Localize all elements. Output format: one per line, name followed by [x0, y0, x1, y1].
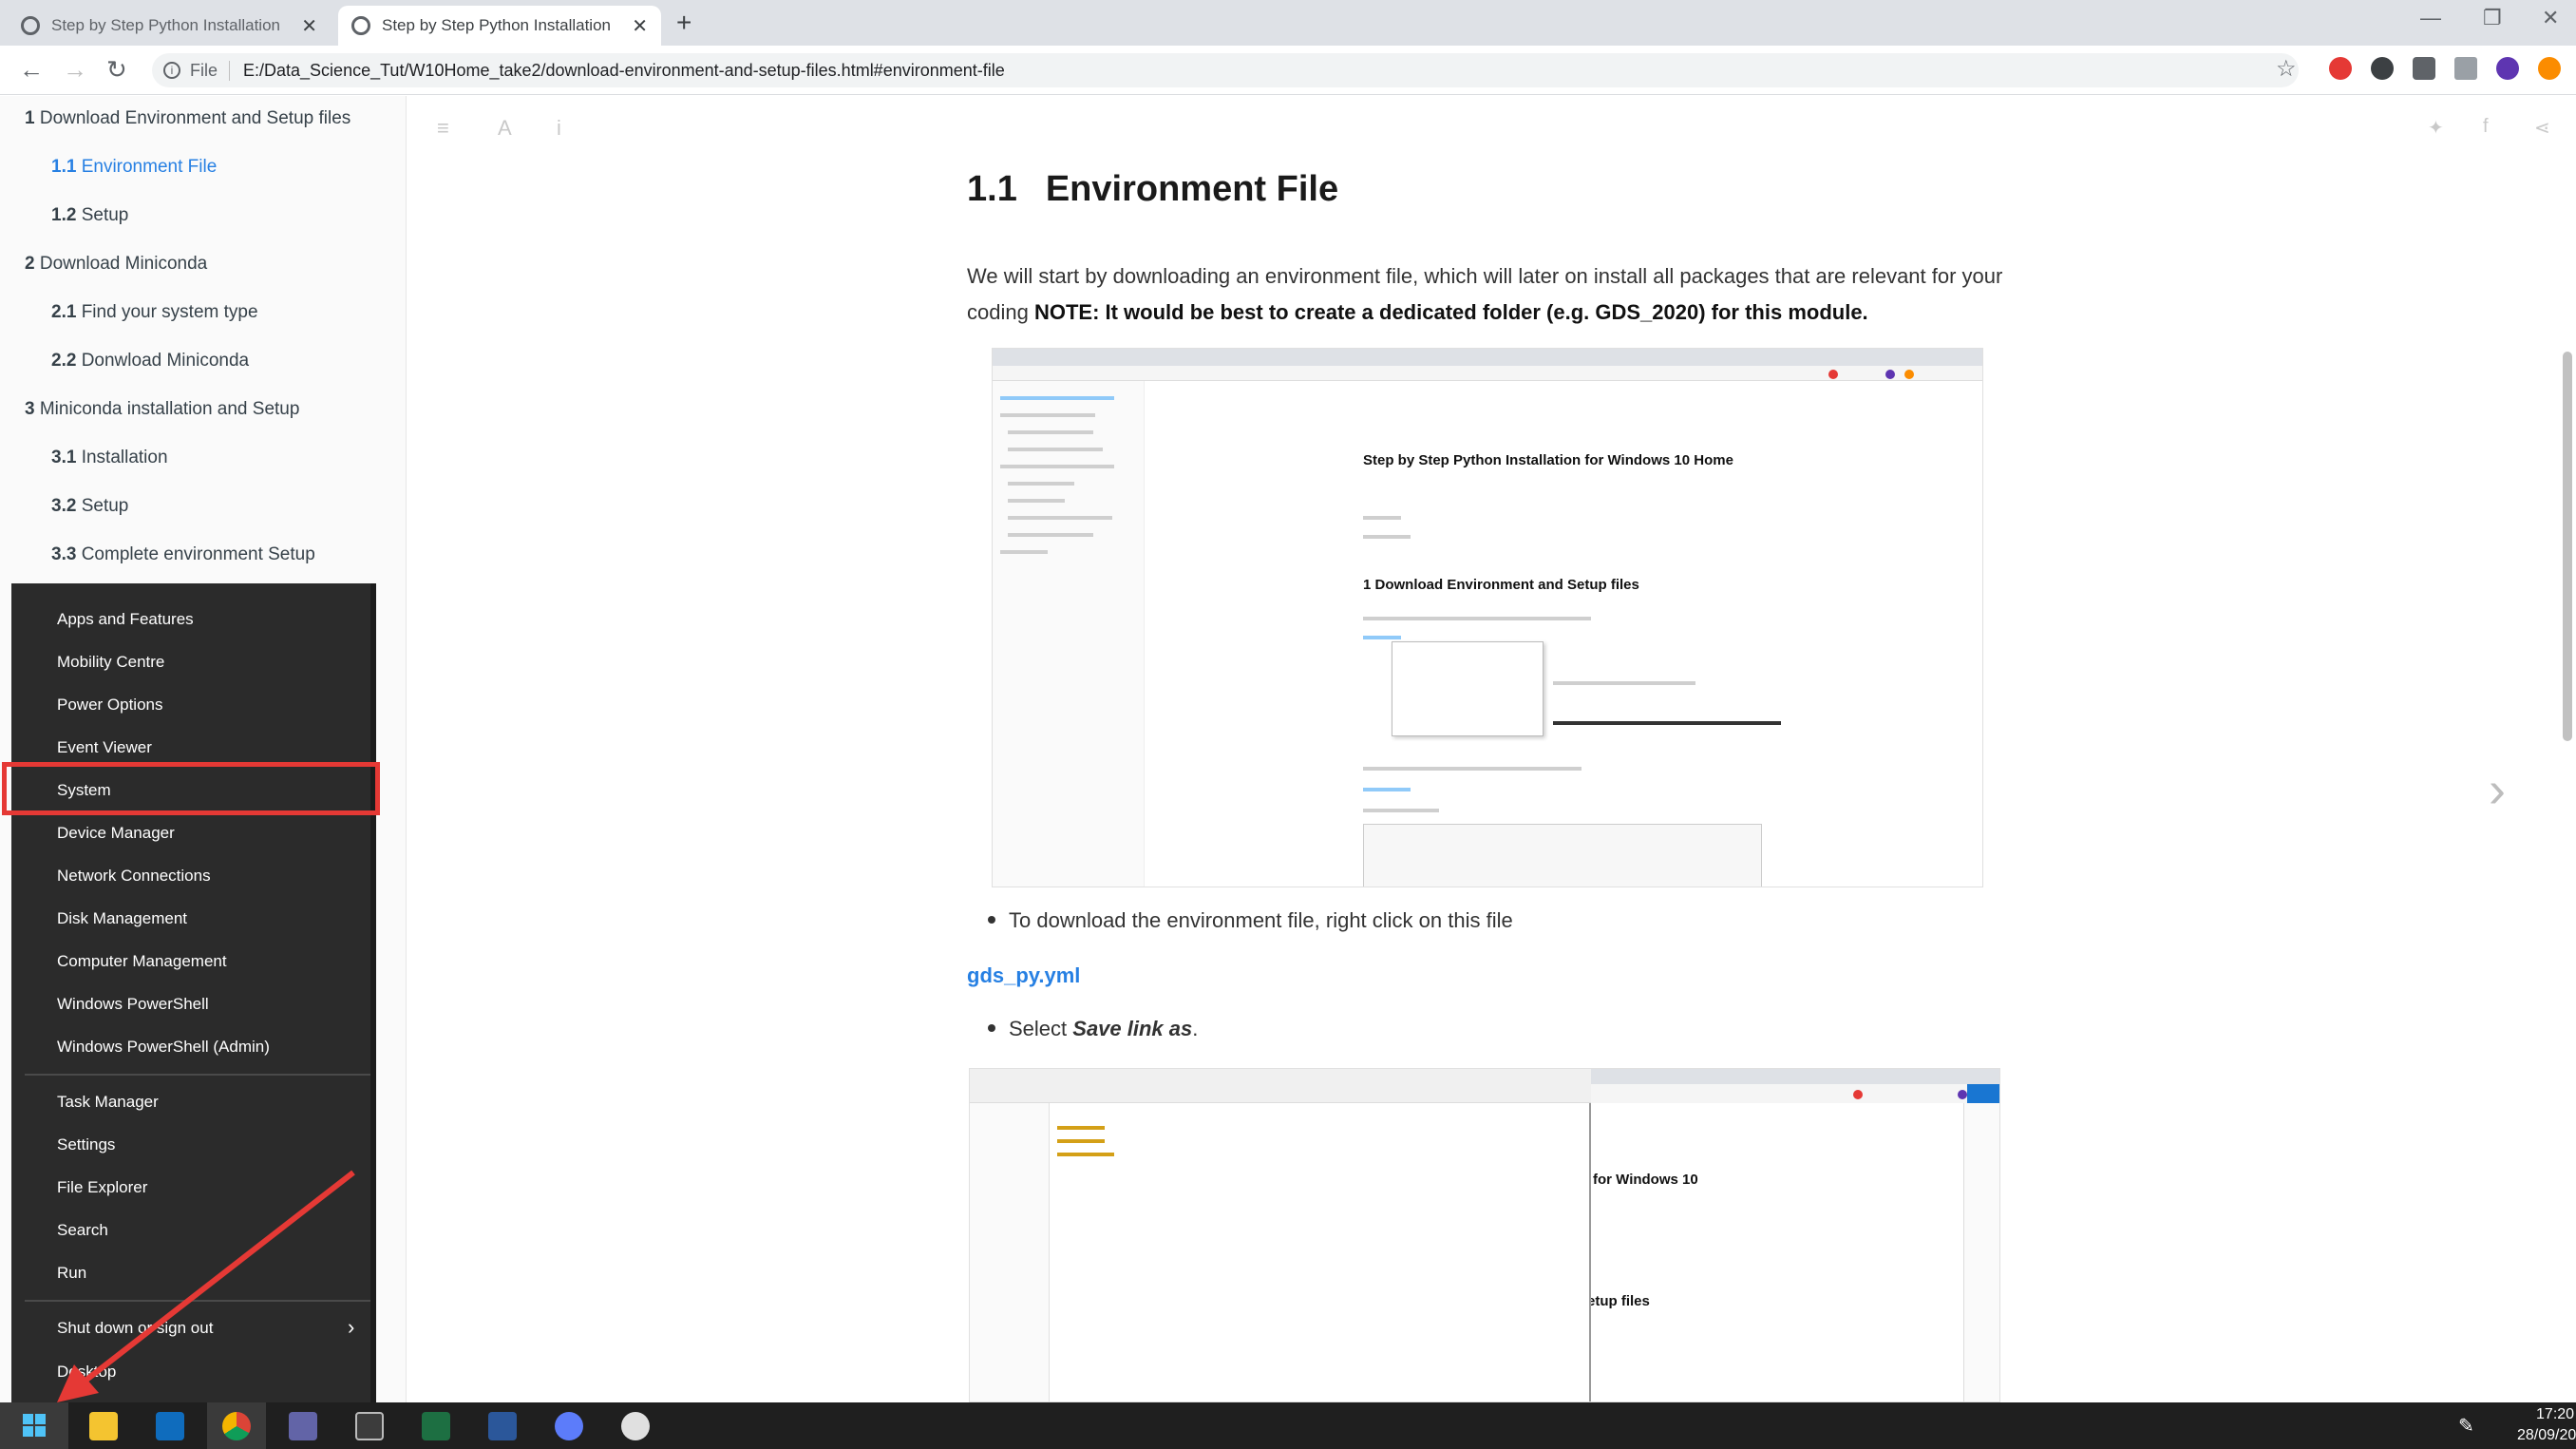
- annotation-arrow: [57, 1170, 355, 1402]
